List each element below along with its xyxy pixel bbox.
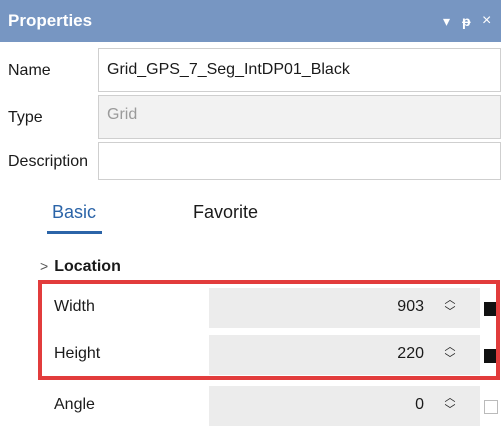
tab-favorite[interactable]: Favorite bbox=[193, 202, 258, 223]
location-section-header[interactable]: > Location bbox=[40, 258, 121, 276]
height-value-field[interactable]: 220 ︿ ﹀ bbox=[209, 335, 480, 375]
angle-color-swatch[interactable] bbox=[484, 400, 498, 414]
pin-icon[interactable]: ᵽ bbox=[462, 12, 471, 30]
name-field-value: Grid_GPS_7_Seg_IntDP01_Black bbox=[107, 61, 350, 78]
angle-value-field[interactable]: 0 ︿ ﹀ bbox=[209, 386, 480, 426]
angle-value: 0 bbox=[415, 396, 424, 413]
decrement-chevron-icon[interactable]: ﹀ bbox=[442, 404, 458, 416]
width-stepper[interactable]: ︿ ﹀ bbox=[442, 294, 458, 318]
properties-panel-titlebar: Properties ▾ ᵽ × bbox=[0, 0, 501, 42]
height-color-swatch[interactable] bbox=[484, 349, 498, 363]
active-tab-indicator bbox=[47, 231, 102, 234]
name-field[interactable]: Grid_GPS_7_Seg_IntDP01_Black bbox=[98, 48, 501, 92]
type-row: Type Grid bbox=[0, 95, 501, 139]
height-stepper[interactable]: ︿ ﹀ bbox=[442, 341, 458, 365]
width-label: Width bbox=[54, 298, 95, 315]
close-icon[interactable]: × bbox=[482, 12, 491, 30]
name-label: Name bbox=[8, 62, 51, 79]
name-row: Name Grid_GPS_7_Seg_IntDP01_Black bbox=[0, 48, 501, 92]
increment-chevron-icon[interactable]: ︿ bbox=[442, 392, 458, 404]
angle-label: Angle bbox=[54, 396, 95, 413]
expand-chevron-icon[interactable]: > bbox=[40, 258, 48, 274]
description-row: Description bbox=[0, 142, 501, 180]
description-field[interactable] bbox=[98, 142, 501, 180]
width-color-swatch[interactable] bbox=[484, 302, 498, 316]
decrement-chevron-icon[interactable]: ﹀ bbox=[442, 353, 458, 365]
tab-basic[interactable]: Basic bbox=[52, 202, 96, 223]
height-label: Height bbox=[54, 345, 101, 362]
increment-chevron-icon[interactable]: ︿ bbox=[442, 294, 458, 306]
description-label: Description bbox=[8, 153, 89, 170]
angle-property-row: Angle 0 ︿ ﹀ bbox=[40, 386, 501, 426]
increment-chevron-icon[interactable]: ︿ bbox=[442, 341, 458, 353]
panel-title: Properties bbox=[8, 11, 93, 30]
panel-menu-dropdown-icon[interactable]: ▾ bbox=[443, 12, 450, 30]
height-property-row: Height 220 ︿ ﹀ bbox=[40, 335, 501, 375]
decrement-chevron-icon[interactable]: ﹀ bbox=[442, 306, 458, 318]
type-field-value: Grid bbox=[107, 106, 138, 123]
type-label: Type bbox=[8, 109, 43, 126]
width-value: 903 bbox=[397, 298, 424, 315]
height-value: 220 bbox=[397, 345, 424, 362]
angle-stepper[interactable]: ︿ ﹀ bbox=[442, 392, 458, 416]
location-section-label: Location bbox=[54, 258, 121, 275]
width-value-field[interactable]: 903 ︿ ﹀ bbox=[209, 288, 480, 328]
type-field: Grid bbox=[98, 95, 501, 139]
width-property-row: Width 903 ︿ ﹀ bbox=[40, 288, 501, 328]
